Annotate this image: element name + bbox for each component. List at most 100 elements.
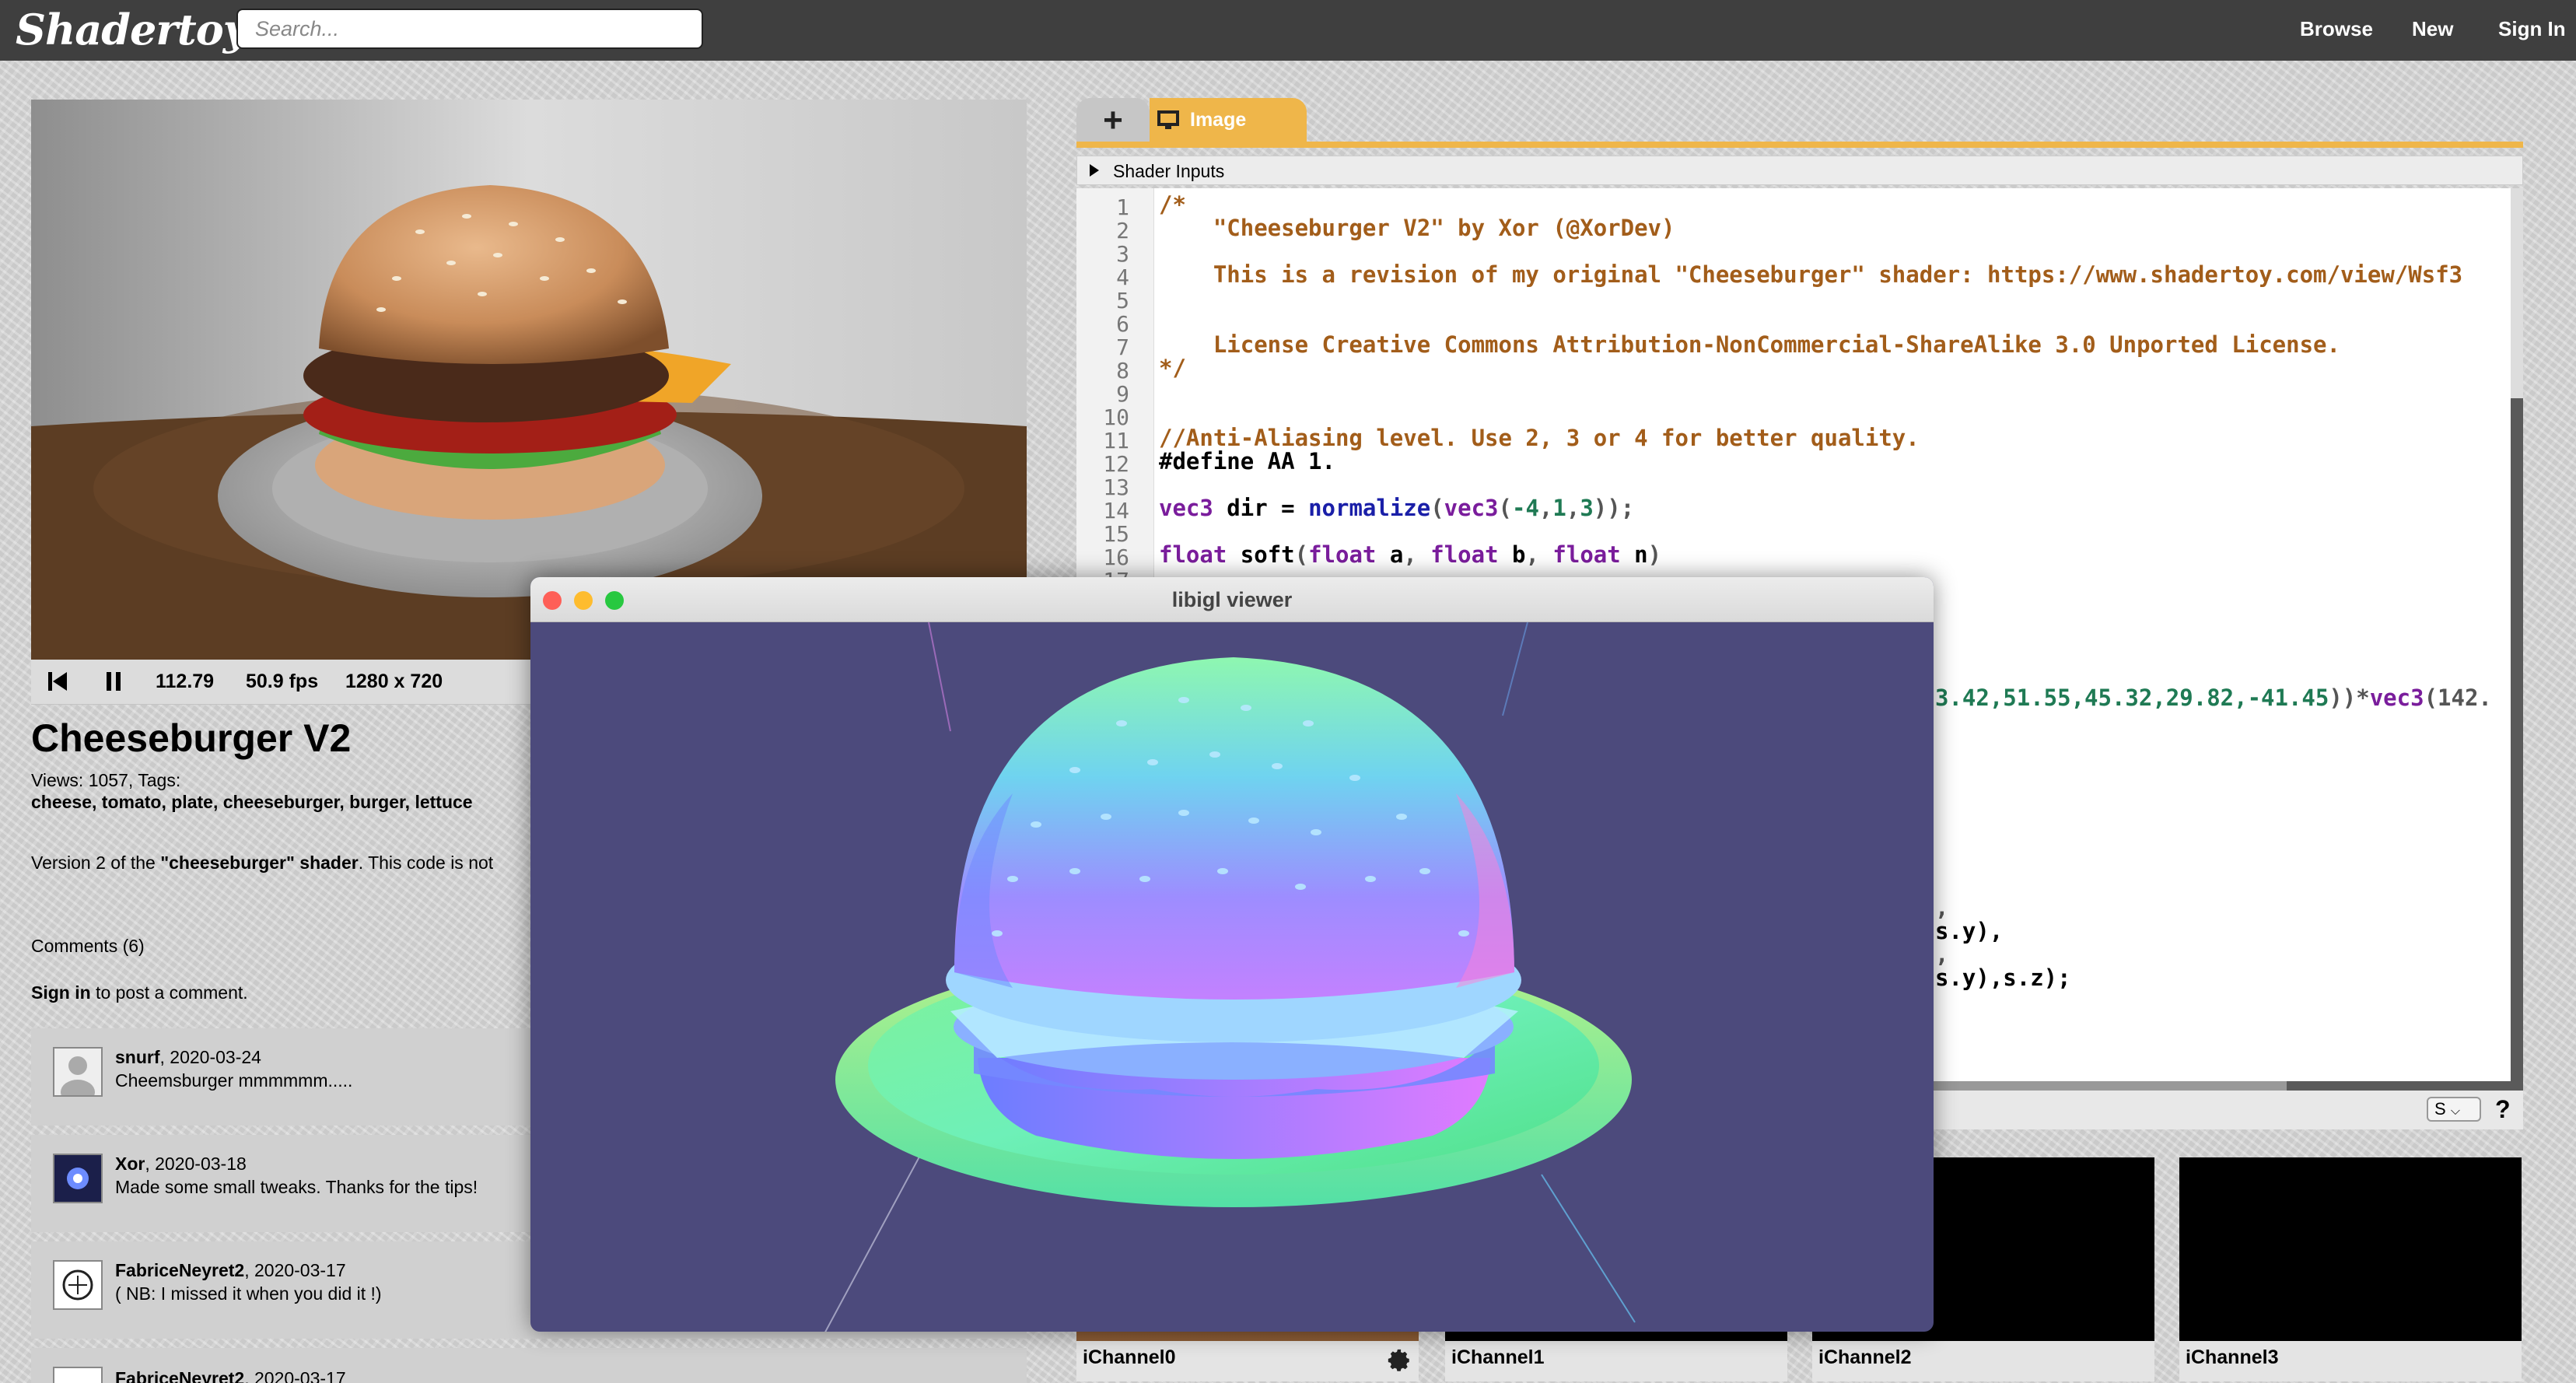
line-number: 15	[1103, 521, 1129, 547]
default-avatar-icon	[61, 1056, 95, 1105]
cheeseburger-render	[31, 100, 1027, 660]
comment-author[interactable]: snurf	[115, 1047, 160, 1067]
line-number: 10	[1103, 404, 1129, 430]
tag-link[interactable]: burger	[349, 792, 405, 812]
code-keyword: vec3	[1444, 495, 1499, 521]
gear-icon[interactable]	[1386, 1347, 1412, 1374]
time-readout: 112.79	[156, 670, 215, 692]
tag-link[interactable]: lettuce	[415, 792, 472, 812]
sign-in-link[interactable]: Sign in	[31, 982, 91, 1003]
pause-icon[interactable]	[103, 670, 124, 692]
signin-prompt: Sign in to post a comment.	[31, 982, 248, 1003]
tag-link[interactable]: plate	[171, 792, 213, 812]
select-value: S	[2434, 1099, 2446, 1119]
channel-texture[interactable]	[2179, 1157, 2522, 1341]
comment-author[interactable]: FabriceNeyret2	[115, 1368, 244, 1383]
tab-image[interactable]: Image	[1150, 98, 1307, 143]
code-text: soft	[1227, 541, 1295, 568]
nav-sign-in-link[interactable]: Sign In	[2498, 17, 2566, 41]
normal-shaded-burger-mesh[interactable]	[530, 622, 1934, 1332]
avatar[interactable]	[53, 1047, 103, 1105]
code-line-4[interactable]: This is a revision of my original "Chees…	[1159, 263, 2462, 286]
code-comment: License Creative Commons Attribution-Non…	[1159, 331, 2340, 358]
help-button[interactable]: ?	[2495, 1095, 2511, 1124]
line-number: 13	[1103, 474, 1129, 500]
tab-image-label: Image	[1190, 109, 1247, 131]
code-comment: This is a revision of my original "Chees…	[1159, 261, 2463, 288]
line-number: 1	[1116, 194, 1129, 220]
fps-readout: 50.9 fps	[246, 670, 319, 692]
code-keyword: vec3	[1159, 495, 1213, 521]
horizontal-scrollbar-thumb[interactable]	[1934, 1081, 2287, 1091]
comment-text: Cheemsburger mmmmmm.....	[115, 1070, 353, 1091]
line-number: 5	[1116, 288, 1129, 313]
search-input[interactable]	[236, 9, 703, 49]
code-line-2[interactable]: "Cheeseburger V2" by Xor (@XorDev)	[1159, 216, 1675, 240]
code-punct: ))*	[2329, 684, 2370, 711]
code-fragment[interactable]: 3.42,51.55,45.32,29.82,-41.45))*vec3(142…	[1935, 686, 2492, 709]
description-text: Version 2 of the	[31, 853, 161, 873]
comment-date: , 2020-03-18	[145, 1154, 247, 1174]
code-comment: "Cheeseburger V2" by Xor (@XorDev)	[1159, 215, 1675, 241]
code-line-16[interactable]: float soft(float a, float b, float n)	[1159, 543, 1661, 566]
code-number: 1	[1552, 495, 1566, 521]
code-line-11[interactable]: //Anti-Aliasing level. Use 2, 3 or 4 for…	[1159, 426, 1920, 450]
tag-link[interactable]: cheeseburger	[223, 792, 340, 812]
channel-label: iChannel1	[1451, 1346, 1545, 1368]
code-text: dir =	[1213, 495, 1309, 521]
code-line-1[interactable]: /*	[1159, 193, 1186, 216]
comment-item: FabriceNeyret2, 2020-03-17	[31, 1348, 1027, 1383]
comment-author[interactable]: FabriceNeyret2	[115, 1260, 244, 1280]
code-punct: ,	[1525, 541, 1553, 568]
line-number: 7	[1116, 334, 1129, 360]
line-number: 4	[1116, 264, 1129, 290]
vertical-scrollbar-thumb[interactable]	[2511, 188, 2523, 398]
comment-author[interactable]: Xor	[115, 1154, 145, 1174]
shadertoy-logo[interactable]: Shadertoy	[16, 5, 247, 54]
code-punct: ,	[1935, 941, 1949, 968]
code-punct: ,	[1566, 495, 1580, 521]
window-title: libigl viewer	[1171, 588, 1293, 611]
code-text: a	[1376, 541, 1404, 568]
rewind-icon[interactable]	[47, 670, 68, 692]
nav-new-link[interactable]: New	[2412, 17, 2453, 41]
channel-slot-3[interactable]: iChannel3	[2179, 1157, 2522, 1381]
nav-browse-link[interactable]: Browse	[2300, 17, 2373, 41]
window-titlebar[interactable]: libigl viewer	[530, 577, 1934, 622]
comment-header: Xor, 2020-03-18	[115, 1154, 247, 1175]
avatar[interactable]	[53, 1154, 103, 1203]
comment-text: Made some small tweaks. Thanks for the t…	[115, 1177, 478, 1197]
code-text: b	[1498, 541, 1526, 568]
comment-header: FabriceNeyret2, 2020-03-17	[115, 1260, 346, 1281]
code-fragment[interactable]: ,	[1935, 896, 1948, 919]
code-fragment[interactable]: s.y),s.z);	[1935, 966, 2071, 989]
channel-label: iChannel2	[1818, 1346, 1912, 1368]
code-text: n	[1620, 541, 1648, 568]
code-punct: ,	[1935, 895, 1949, 921]
shader-inputs-toggle[interactable]: Shader Inputs	[1076, 156, 2523, 185]
line-number: 9	[1116, 381, 1129, 407]
shader-preview-canvas[interactable]	[31, 100, 1027, 660]
font-size-select[interactable]: S ⌵	[2427, 1097, 2481, 1122]
signin-text: to post a comment.	[90, 982, 248, 1003]
tag-link[interactable]: cheese	[31, 792, 92, 812]
code-line-12[interactable]: #define AA 1.	[1159, 450, 1335, 473]
code-punct: (	[1498, 495, 1512, 521]
libigl-viewer-window[interactable]: libigl viewer	[530, 577, 1934, 1332]
code-line-8[interactable]: */	[1159, 356, 1186, 380]
add-tab-button[interactable]: +	[1076, 98, 1150, 143]
line-number: 12	[1103, 451, 1129, 477]
code-line-14[interactable]: vec3 dir = normalize(vec3(-4,1,3));	[1159, 496, 1634, 520]
code-line-7[interactable]: License Creative Commons Attribution-Non…	[1159, 333, 2340, 356]
avatar[interactable]	[53, 1367, 103, 1383]
code-comment: */	[1159, 355, 1186, 381]
tag-link[interactable]: tomato	[102, 792, 162, 812]
code-fragment[interactable]: s.y),	[1935, 919, 2003, 943]
monitor-icon	[1157, 110, 1179, 129]
code-punct: (142.	[2424, 684, 2492, 711]
code-number: 3.42,51.55,45.32,29.82,-41.45	[1935, 684, 2329, 711]
avatar[interactable]	[53, 1260, 103, 1310]
code-text: s.y),	[1935, 918, 2004, 944]
views-tags-line: Views: 1057, Tags:	[31, 770, 181, 790]
code-fragment[interactable]: ,	[1935, 943, 1948, 966]
